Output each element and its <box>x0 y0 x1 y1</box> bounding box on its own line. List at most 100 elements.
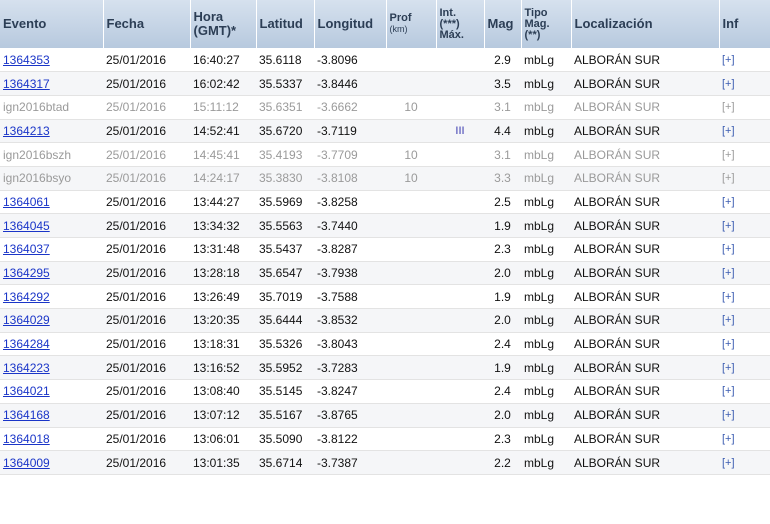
localizacion-cell: ALBORÁN SUR <box>571 190 719 215</box>
evento-cell: ign2016bszh <box>0 142 103 167</box>
latitud-cell: 35.3830 <box>256 166 314 191</box>
info-expand-button[interactable]: [+] <box>719 379 770 404</box>
evento-link[interactable]: 1364317 <box>3 77 50 91</box>
localizacion-cell: ALBORÁN SUR <box>571 308 719 333</box>
evento-link[interactable]: 1364295 <box>3 266 50 280</box>
evento-link[interactable]: 1364009 <box>3 456 50 470</box>
info-expand-button[interactable]: [+] <box>719 355 770 381</box>
latitud-cell: 35.5952 <box>256 355 314 381</box>
evento-cell[interactable]: 1364037 <box>0 237 103 262</box>
evento-cell[interactable]: 1364029 <box>0 308 103 333</box>
table-row: 1364295 25/01/2016 13:28:18 35.6547 -3.7938 2… <box>0 261 770 286</box>
header-localizacion[interactable]: Localización <box>571 0 720 48</box>
header-int[interactable]: Int. (***) Máx. <box>436 0 485 48</box>
info-expand-button[interactable]: [+] <box>719 213 770 238</box>
fecha-cell: 25/01/2016 <box>103 308 190 333</box>
header-longitud[interactable]: Longitud <box>314 0 387 48</box>
evento-link[interactable]: 1364021 <box>3 384 50 398</box>
header-hora[interactable]: Hora (GMT)* <box>190 0 257 48</box>
evento-cell[interactable]: 1364168 <box>0 403 103 428</box>
evento-link[interactable]: 1364168 <box>3 408 50 422</box>
prof-cell <box>386 379 436 404</box>
info-expand-button[interactable]: [+] <box>719 427 770 452</box>
tipo-mag-cell: mbLg <box>521 450 571 475</box>
header-fecha[interactable]: Fecha <box>103 0 191 48</box>
table-row: 1364317 25/01/2016 16:02:42 35.5337 -3.8446 3… <box>0 71 770 96</box>
mag-cell: 2.0 <box>484 403 521 428</box>
header-mag[interactable]: Mag <box>484 0 522 48</box>
evento-link[interactable]: 1364223 <box>3 361 50 375</box>
evento-cell[interactable]: 1364021 <box>0 379 103 404</box>
evento-cell[interactable]: 1364045 <box>0 213 103 238</box>
evento-cell[interactable]: 1364061 <box>0 190 103 215</box>
evento-cell[interactable]: 1364223 <box>0 355 103 381</box>
hora-cell: 13:34:32 <box>190 213 256 238</box>
intensidad-cell <box>436 166 484 191</box>
prof-cell <box>386 450 436 475</box>
info-expand-button[interactable]: [+] <box>719 403 770 428</box>
info-expand-button[interactable]: [+] <box>719 71 770 96</box>
header-prof[interactable]: Prof (km) <box>386 0 437 48</box>
table-row: 1364037 25/01/2016 13:31:48 35.5437 -3.8287 2… <box>0 237 770 262</box>
evento-cell[interactable]: 1364295 <box>0 261 103 286</box>
hora-cell: 13:16:52 <box>190 355 256 381</box>
latitud-cell: 35.5969 <box>256 190 314 215</box>
evento-link[interactable]: 1364029 <box>3 313 50 327</box>
localizacion-cell: ALBORÁN SUR <box>571 379 719 404</box>
latitud-cell: 35.5563 <box>256 213 314 238</box>
fecha-cell: 25/01/2016 <box>103 213 190 238</box>
localizacion-cell: ALBORÁN SUR <box>571 427 719 452</box>
info-expand-button[interactable]: [+] <box>719 237 770 262</box>
evento-link[interactable]: 1364353 <box>3 53 50 67</box>
info-expand-button[interactable]: [+] <box>719 166 770 191</box>
intensidad-cell <box>436 213 484 238</box>
earthquake-table-container: Evento Fecha Hora (GMT)* Latitud Longitud… <box>0 0 770 524</box>
evento-link[interactable]: 1364045 <box>3 219 50 233</box>
evento-link[interactable]: 1364037 <box>3 242 50 256</box>
intensidad-cell <box>436 261 484 286</box>
evento-cell[interactable]: 1364213 <box>0 119 103 144</box>
latitud-cell: 35.5326 <box>256 332 314 357</box>
fecha-cell: 25/01/2016 <box>103 95 190 120</box>
longitud-cell: -3.7119 <box>314 119 386 144</box>
evento-cell[interactable]: 1364292 <box>0 284 103 310</box>
prof-cell <box>386 190 436 215</box>
info-expand-button[interactable]: [+] <box>719 95 770 120</box>
info-expand-button[interactable]: [+] <box>719 119 770 144</box>
latitud-cell: 35.6547 <box>256 261 314 286</box>
evento-link[interactable]: 1364061 <box>3 195 50 209</box>
evento-cell[interactable]: 1364317 <box>0 71 103 96</box>
evento-cell[interactable]: 1364284 <box>0 332 103 357</box>
evento-link[interactable]: 1364284 <box>3 337 50 351</box>
evento-cell[interactable]: 1364353 <box>0 48 103 73</box>
info-expand-button[interactable]: [+] <box>719 261 770 286</box>
info-expand-button[interactable]: [+] <box>719 190 770 215</box>
info-expand-button[interactable]: [+] <box>719 332 770 357</box>
evento-link[interactable]: 1364292 <box>3 290 50 304</box>
info-expand-button[interactable]: [+] <box>719 142 770 167</box>
evento-cell[interactable]: 1364018 <box>0 427 103 452</box>
header-latitud[interactable]: Latitud <box>256 0 315 48</box>
intensidad-cell <box>436 308 484 333</box>
mag-cell: 2.0 <box>484 261 521 286</box>
info-expand-button[interactable]: [+] <box>719 308 770 333</box>
header-inf[interactable]: Inf <box>719 0 770 48</box>
longitud-cell: -3.8287 <box>314 237 386 262</box>
tipo-mag-cell: mbLg <box>521 48 571 73</box>
header-tipo-mag[interactable]: Tipo Mag. (**) <box>521 0 572 48</box>
info-expand-button[interactable]: [+] <box>719 48 770 73</box>
mag-cell: 2.4 <box>484 379 521 404</box>
mag-cell: 2.4 <box>484 332 521 357</box>
longitud-cell: -3.8258 <box>314 190 386 215</box>
hora-cell: 15:11:12 <box>190 95 256 120</box>
evento-link[interactable]: 1364018 <box>3 432 50 446</box>
prof-cell <box>386 261 436 286</box>
latitud-cell: 35.6351 <box>256 95 314 120</box>
evento-link[interactable]: 1364213 <box>3 124 50 138</box>
mag-cell: 3.5 <box>484 71 521 96</box>
localizacion-cell: ALBORÁN SUR <box>571 284 719 310</box>
header-evento[interactable]: Evento <box>0 0 104 48</box>
info-expand-button[interactable]: [+] <box>719 450 770 475</box>
evento-cell[interactable]: 1364009 <box>0 450 103 475</box>
info-expand-button[interactable]: [+] <box>719 284 770 310</box>
